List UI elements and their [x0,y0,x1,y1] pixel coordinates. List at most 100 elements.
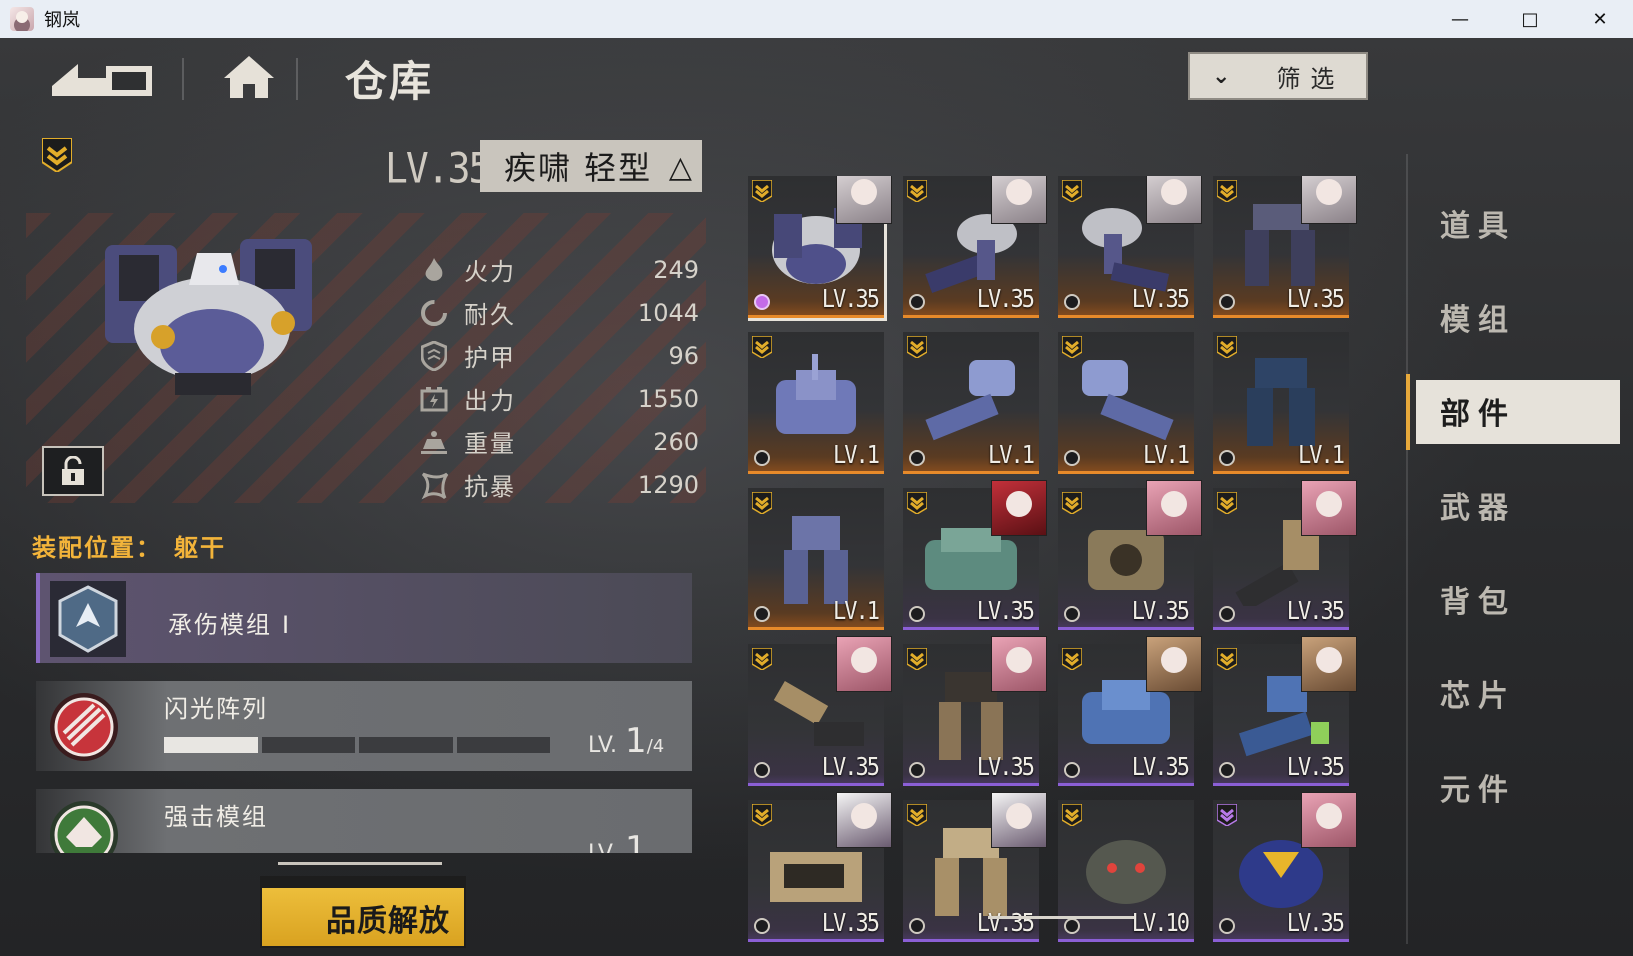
rarity-line [748,471,884,474]
stat-row-power: 出力 1550 [416,377,701,420]
rarity-line [903,627,1039,630]
game-viewport: 仓库 ⌄ 筛选 LV.35 疾啸 轻型 △ 火力 249 耐久 1044 护甲 … [0,38,1633,956]
rank-chevron-icon [1217,492,1237,514]
part-level: LV.35 [385,143,491,193]
nav-item-label: 模组 [1440,303,1516,338]
module-list[interactable]: 承伤模组 I 闪光阵列 LV. 1/4 强击模组 1 [36,573,692,853]
part-card[interactable]: LV.35 [1058,480,1202,630]
part-card[interactable]: LV.35 [1213,480,1357,630]
lock-button[interactable] [42,446,104,496]
slot-icon [1064,294,1080,310]
power-icon [416,384,452,414]
pilot-portrait [1301,480,1357,536]
rarity-line [1213,939,1349,942]
module-item[interactable]: 闪光阵列 LV. 1/4 [36,681,692,771]
rarity-line [1058,939,1194,942]
part-card[interactable]: LV.35 [1058,176,1202,318]
mech-part-image [776,354,856,434]
rarity-line [903,315,1039,318]
part-card[interactable]: LV.35 [1213,176,1357,318]
chevron-down-icon: ⌄ [1212,63,1231,89]
back-icon[interactable] [52,56,156,96]
slot-icon [1219,606,1235,622]
rank-chevron-icon [752,804,772,826]
part-card[interactable]: LV.35 [748,176,892,321]
rank-chevron-icon [1062,336,1082,358]
grid-scroll-indicator[interactable] [988,916,1134,919]
nav-item-4[interactable]: 背包 [1408,552,1633,646]
rank-chevron-icon [907,492,927,514]
module-level-prefix: LV. [588,733,618,758]
part-card[interactable]: LV.35 [748,792,892,942]
stat-row-armor: 护甲 96 [416,334,701,377]
nav-item-6[interactable]: 元件 [1408,740,1633,834]
part-card[interactable]: LV.35 [903,792,1047,942]
slot-icon [1064,918,1080,934]
part-card[interactable]: LV.1 [1213,332,1349,474]
part-level: LV.35 [821,909,880,938]
part-card[interactable]: LV.35 [903,480,1047,630]
maximize-button[interactable]: □ [1495,0,1565,38]
part-card[interactable]: LV.35 [1213,636,1357,786]
rank-chevron-icon [1062,492,1082,514]
nav-item-label: 部件 [1440,397,1516,432]
module-scroll-indicator[interactable] [278,862,442,865]
pilot-portrait [1301,636,1357,692]
part-card[interactable]: LV.35 [903,636,1047,786]
part-card[interactable]: LV.1 [903,332,1039,474]
close-button[interactable]: ✕ [1565,0,1633,38]
minimize-button[interactable]: — [1425,0,1495,38]
pilot-portrait [1146,636,1202,692]
stat-value: 1550 [637,384,699,413]
part-card[interactable]: LV.35 [748,636,892,786]
part-level: LV.35 [976,909,1035,938]
damage-module-icon [50,581,126,657]
flash-array-icon [50,693,118,761]
part-level: LV.1 [833,441,880,470]
part-card[interactable]: LV.10 [1058,800,1194,942]
stat-row-firepower: 火力 249 [416,248,701,291]
stat-value: 1290 [637,470,699,499]
equip-position-label: 装配位置： [32,534,162,562]
light-class-icon: △ [668,150,694,185]
module-name: 承伤模组 I [168,605,291,640]
part-card[interactable]: LV.1 [1058,332,1194,474]
module-level-value: 1 [625,829,647,853]
pilot-portrait [1146,176,1202,224]
part-level: LV.35 [821,753,880,782]
module-progress-bar [164,737,550,753]
toolbar-divider [182,58,184,100]
module-level: LV. 1 [588,829,647,853]
filter-button[interactable]: ⌄ 筛选 [1188,52,1368,100]
quality-unlock-button[interactable]: 品质解放 [260,876,466,948]
pilot-portrait [991,480,1047,536]
armor-icon [416,340,452,371]
part-level: LV.35 [1131,597,1190,626]
part-card[interactable]: LV.35 [903,176,1047,318]
slot-icon [1219,294,1235,310]
nav-item-5[interactable]: 芯片 [1408,646,1633,740]
nav-item-0[interactable]: 道具 [1408,176,1633,270]
nav-item-1[interactable]: 模组 [1408,270,1633,364]
nav-item-label: 武器 [1440,491,1516,526]
part-level: LV.35 [1286,753,1345,782]
toolbar-divider [296,58,298,100]
part-card[interactable]: LV.35 [1058,636,1202,786]
stat-row-durability: 耐久 1044 [416,291,701,334]
nav-item-3[interactable]: 武器 [1408,458,1633,552]
rank-chevron-icon [752,492,772,514]
rank-chevron-icon [907,180,927,202]
rank-chevron-icon [1217,180,1237,202]
part-card[interactable]: LV.1 [748,332,884,474]
filter-label: 筛选 [1276,64,1345,93]
module-item[interactable]: 承伤模组 I [36,573,692,663]
part-card[interactable]: LV.1 [748,488,884,630]
pilot-portrait [991,792,1047,848]
part-card[interactable]: LV.35 [1213,792,1357,942]
module-name-text: 承伤模组 [168,611,272,639]
home-icon[interactable] [222,54,276,100]
nav-item-2[interactable]: 部件 [1406,364,1633,458]
stat-name: 重量 [464,430,516,458]
module-item[interactable]: 强击模组 LV. 1 [36,789,692,853]
stats-list: 火力 249 耐久 1044 护甲 96 出力 1550 重量 260 抗暴 1… [416,248,701,506]
